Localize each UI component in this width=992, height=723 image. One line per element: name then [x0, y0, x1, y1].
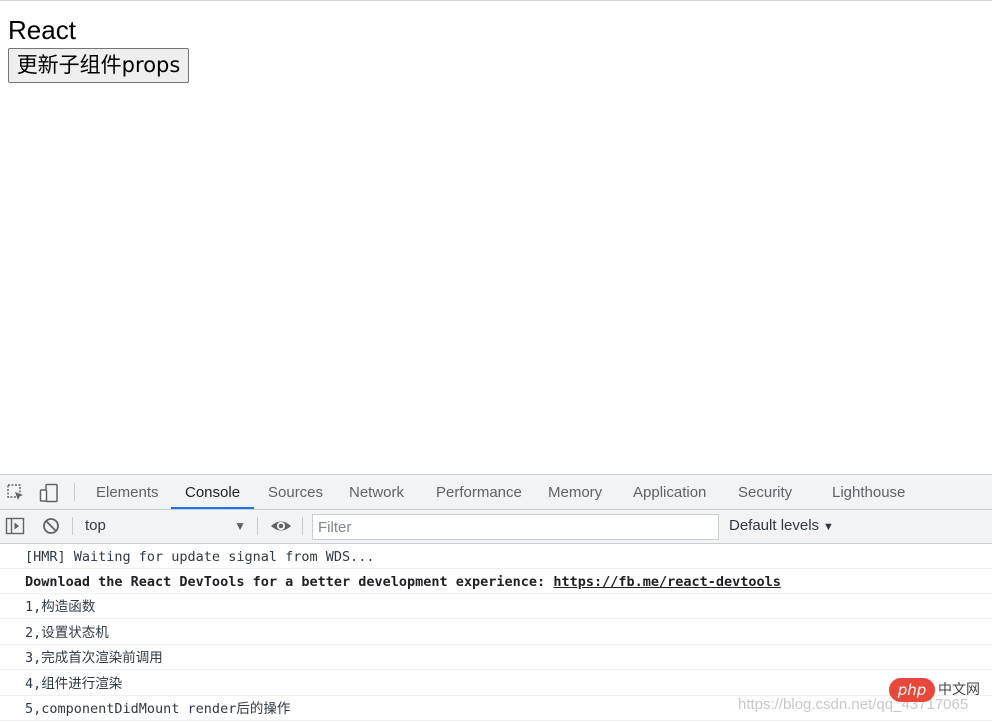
log-levels-label: Default levels [729, 517, 820, 534]
tab-lighthouse[interactable]: Lighthouse [832, 475, 905, 509]
console-message-text: 1,构造函数 [25, 599, 96, 615]
filter-input[interactable] [312, 514, 719, 540]
console-message: 4,组件进行渲染 [0, 671, 992, 696]
console-message-text: 3,完成首次渲染前调用 [25, 650, 163, 666]
console-message-text: 4,组件进行渲染 [25, 676, 123, 692]
console-message: 2,设置状态机 [0, 620, 992, 645]
console-message: 3,完成首次渲染前调用 [0, 645, 992, 670]
chevron-down-icon: ▼ [234, 519, 246, 533]
console-message: 1,构造函数 [0, 594, 992, 619]
page: React 更新子组件props Elements Console Source… [0, 0, 992, 723]
sidebar-toggle-icon[interactable] [5, 516, 25, 536]
toolbar-divider [72, 517, 73, 535]
tab-elements[interactable]: Elements [96, 475, 159, 509]
update-child-props-button[interactable]: 更新子组件props [8, 48, 189, 83]
console-message: Download the React DevTools for a better… [0, 569, 992, 594]
console-message-text: 2,设置状态机 [25, 625, 109, 641]
tab-performance[interactable]: Performance [436, 475, 522, 509]
chevron-down-icon: ▼ [823, 521, 834, 533]
active-tab-indicator [171, 507, 254, 509]
clear-console-icon[interactable] [41, 516, 61, 536]
console-message-text: 5,componentDidMount render后的操作 [25, 701, 291, 717]
toolbar-divider [302, 517, 303, 535]
php-logo-badge: php [889, 678, 935, 702]
toolbar-divider [257, 517, 258, 535]
tab-sources[interactable]: Sources [268, 475, 323, 509]
context-selector[interactable]: top ▼ [78, 515, 250, 537]
context-value: top [85, 517, 106, 534]
console-toolbar: top ▼ Default levels▼ [0, 510, 992, 544]
react-devtools-link[interactable]: https://fb.me/react-devtools [553, 574, 781, 590]
tab-application[interactable]: Application [633, 475, 706, 509]
log-levels-dropdown[interactable]: Default levels ▼ [729, 515, 834, 537]
toolbar-divider [74, 483, 75, 501]
console-message: [HMR] Waiting for update signal from WDS… [0, 544, 992, 569]
tab-network[interactable]: Network [349, 475, 404, 509]
php-logo-text: 中文网 [938, 682, 980, 698]
inspect-element-icon[interactable] [6, 483, 26, 503]
devtools-tabbar: Elements Console Sources Network Perform… [0, 475, 992, 510]
watermark-url: https://blog.csdn.net/qq_43717065 [738, 696, 969, 713]
devtools-panel: Elements Console Sources Network Perform… [0, 474, 992, 723]
eye-icon[interactable] [270, 516, 291, 536]
tab-memory[interactable]: Memory [548, 475, 602, 509]
viewport-top-border [0, 0, 992, 1]
console-message-text: Download the React DevTools for a better… [25, 574, 554, 590]
tab-console[interactable]: Console [185, 475, 240, 509]
tab-security[interactable]: Security [738, 475, 792, 509]
console-message-text: [HMR] Waiting for update signal from WDS… [25, 549, 375, 565]
device-toggle-icon[interactable] [39, 483, 59, 503]
page-title: React [8, 15, 76, 45]
